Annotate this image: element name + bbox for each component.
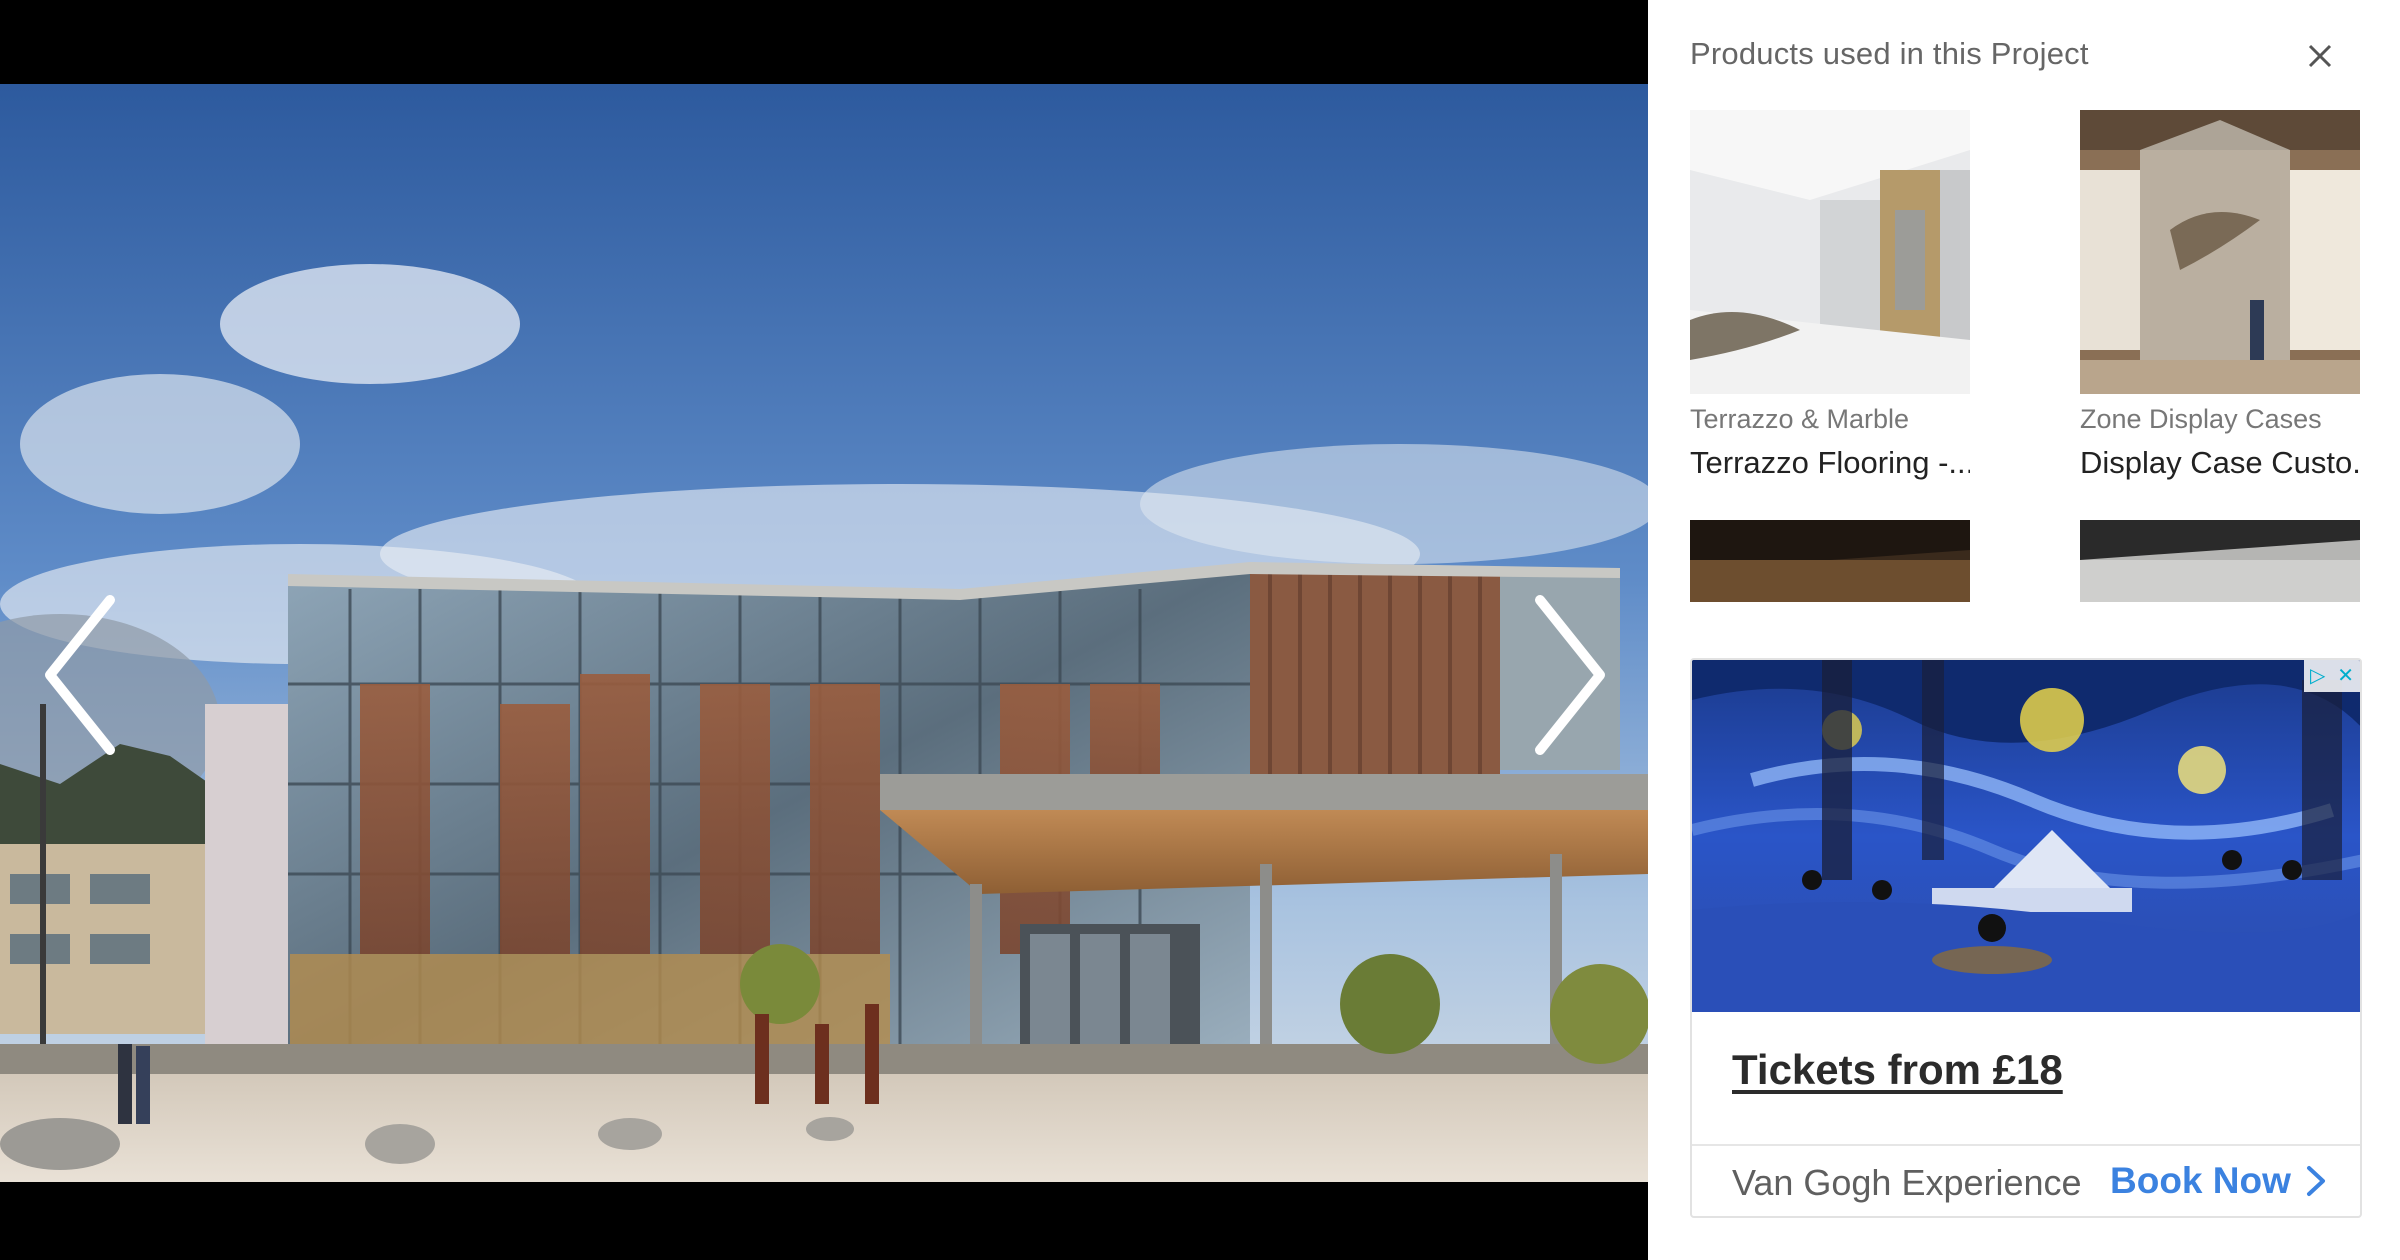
next-image-button[interactable] <box>1520 590 1610 760</box>
close-icon <box>2308 44 2332 68</box>
app-root: Products used in this Project Terrazzo &… <box>0 0 2400 1260</box>
project-photo <box>0 84 1648 1182</box>
ad-image[interactable] <box>1692 660 2360 1012</box>
adchoices-badge[interactable]: ▷ ✕ <box>2304 660 2360 692</box>
ad-advertiser: Van Gogh Experience <box>1732 1162 2082 1203</box>
previous-image-button[interactable] <box>40 590 130 760</box>
product-name[interactable]: Display Case Custo... <box>2080 445 2360 481</box>
products-grid: Terrazzo & Marble Terrazzo Flooring -... <box>1690 110 2370 602</box>
product-card-terrazzo[interactable]: Terrazzo & Marble Terrazzo Flooring -... <box>1690 110 1970 481</box>
book-now-button[interactable]: Book Now <box>2110 1160 2327 1202</box>
close-button[interactable] <box>2300 36 2340 76</box>
chevron-right-icon <box>2306 1166 2325 1196</box>
image-viewer <box>0 0 1648 1260</box>
product-card[interactable] <box>1690 520 1970 602</box>
product-name[interactable]: Terrazzo Flooring -... <box>1690 445 1970 481</box>
product-card-display-case[interactable]: Zone Display Cases Display Case Custo... <box>2080 110 2360 481</box>
product-manufacturer: Zone Display Cases <box>2080 404 2322 434</box>
ad-divider <box>1692 1144 2360 1146</box>
adchoices-icon[interactable]: ▷ <box>2310 666 2325 686</box>
advertisement[interactable]: ▷ ✕ Tickets from £18 Van Gogh Experience… <box>1690 658 2362 1218</box>
book-now-label: Book Now <box>2110 1160 2291 1201</box>
products-panel: Products used in this Project Terrazzo &… <box>1648 0 2400 1260</box>
product-thumbnail[interactable] <box>2080 520 2360 602</box>
ad-close-icon[interactable]: ✕ <box>2337 666 2354 686</box>
product-thumbnail[interactable] <box>1690 110 1970 394</box>
product-thumbnail[interactable] <box>1690 520 1970 602</box>
ad-headline[interactable]: Tickets from £18 <box>1732 1046 2063 1094</box>
panel-title: Products used in this Project <box>1690 36 2089 71</box>
product-manufacturer: Terrazzo & Marble <box>1690 404 1910 434</box>
product-card[interactable] <box>2080 520 2360 602</box>
chevron-right-icon <box>1535 595 1605 755</box>
chevron-left-icon <box>45 595 115 755</box>
product-thumbnail[interactable] <box>2080 110 2360 394</box>
